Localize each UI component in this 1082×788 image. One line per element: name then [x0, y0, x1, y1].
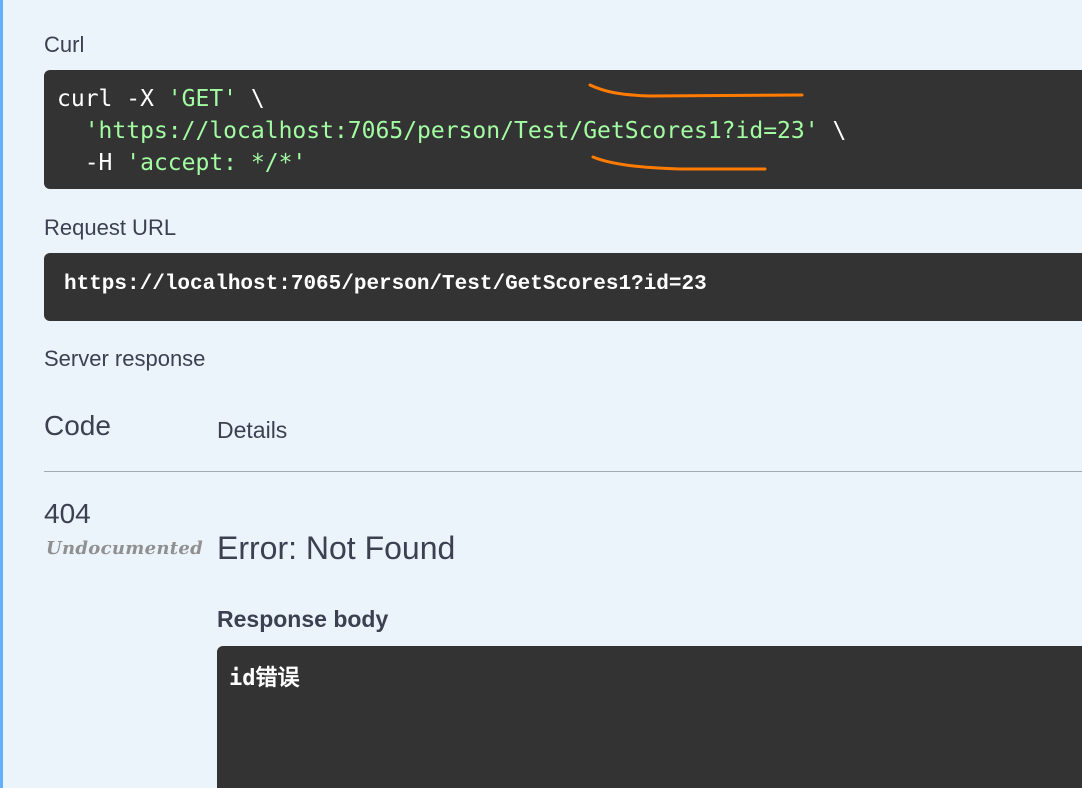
curl-command-text: curl -X [57, 86, 168, 112]
curl-header-flag: -H [57, 150, 127, 176]
request-url-label: Request URL [44, 215, 177, 240]
curl-line-1: curl -X 'GET' \ [57, 83, 1082, 115]
request-url-block[interactable]: https://localhost:7065/person/Test/GetSc… [44, 253, 1082, 321]
curl-url-string: 'https://localhost:7065/person/Test/GetS… [84, 118, 819, 144]
column-header-details: Details [217, 417, 288, 443]
curl-code-block[interactable]: curl -X 'GET' \ 'https://localhost:7065/… [44, 70, 1082, 189]
response-table-header: Code Details [44, 410, 1082, 443]
response-status-code: 404 [44, 498, 91, 529]
server-response-label: Server response [44, 346, 206, 371]
response-body-label: Response body [217, 606, 389, 632]
curl-header-string: 'accept: */*' [126, 150, 307, 176]
table-header-divider [44, 471, 1082, 472]
response-body-text: id错误 [229, 666, 300, 691]
curl-indent [57, 118, 85, 144]
curl-line-continuation: \ [818, 118, 847, 144]
column-header-code: Code [44, 410, 111, 441]
response-body-block[interactable]: id错误 [217, 646, 1082, 788]
curl-line-3: -H 'accept: */*' [57, 147, 1082, 179]
curl-method-string: 'GET' [167, 86, 238, 112]
curl-label: Curl [44, 32, 85, 57]
undocumented-badge: Undocumented [46, 538, 203, 559]
curl-line-continuation: \ [237, 86, 265, 112]
response-error-title: Error: Not Found [217, 530, 456, 566]
curl-line-2: 'https://localhost:7065/person/Test/GetS… [57, 115, 1082, 147]
method-accent-border [0, 0, 3, 788]
